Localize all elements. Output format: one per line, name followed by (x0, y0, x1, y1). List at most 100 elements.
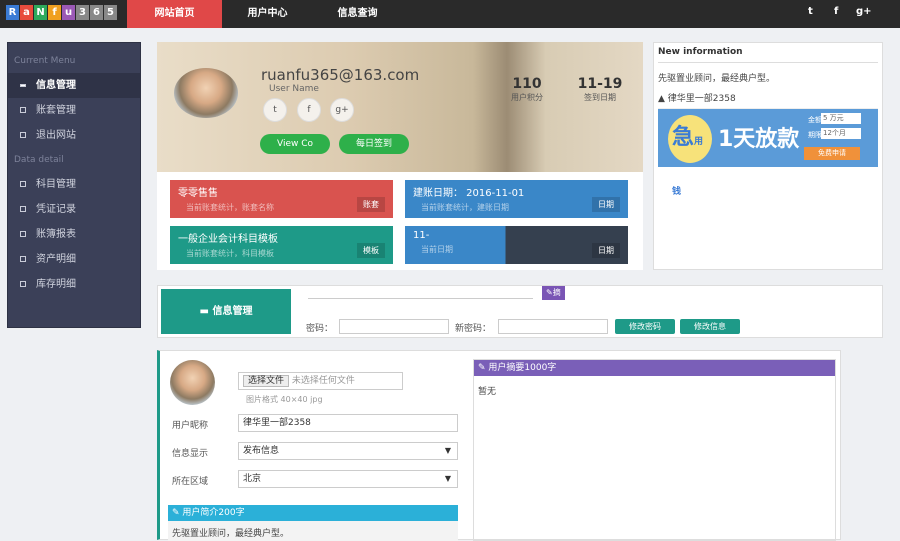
display-select[interactable]: 发布信息 ▼ (238, 442, 458, 460)
choose-file-button[interactable]: 选择文件 (243, 375, 290, 387)
tile-sub: 当前账套统计，建账日期 (421, 203, 509, 212)
profile-card: ruanfu365@163.com User Name t f g+ View … (157, 42, 643, 172)
stat-points: 110 用户积分 (502, 76, 552, 103)
nickname-input[interactable]: 律华里一部2358 (238, 414, 458, 432)
region-label: 所在区域 (172, 477, 209, 487)
facebook-icon[interactable]: f (297, 98, 321, 122)
tile-title: 零零售售 (178, 188, 218, 199)
change-password-button[interactable]: 修改密码 (615, 319, 675, 334)
sidebar-item-label: 退出网站 (36, 130, 76, 141)
tile-template[interactable]: 一般企业会计科目模板 当前账套统计，科目模板 模板 (170, 226, 393, 264)
new-password-label: 新密码： (455, 324, 492, 334)
display-value: 发布信息 (243, 446, 280, 456)
stat-label: 用户积分 (511, 93, 543, 102)
dropdown-arrow-icon: ▼ (444, 474, 451, 483)
tile-title: 建账日期： 2016-11-01 (413, 188, 525, 199)
logo-letter: f (48, 5, 61, 20)
logo-letter: 5 (104, 5, 117, 20)
tile-sub: 当前日期 (421, 245, 453, 254)
panel-title: New information (658, 47, 878, 63)
sidebar-item-label: 账簿报表 (36, 229, 76, 240)
logo-letter: a (20, 5, 33, 20)
sidebar-item-vouchers[interactable]: 凭证记录 (8, 197, 140, 222)
facebook-icon[interactable]: f (834, 6, 838, 17)
top-nav: R a N f u 3 6 5 网站首页 用户中心 信息查询 t f g+ (0, 0, 900, 28)
tile-badge: 模板 (357, 243, 385, 258)
region-select[interactable]: 北京 ▼ (238, 470, 458, 488)
twitter-icon[interactable]: t (263, 98, 287, 122)
google-plus-icon[interactable]: g+ (330, 98, 354, 122)
tile-title: 一般企业会计科目模板 (178, 234, 278, 245)
ad-term-select[interactable]: 12个月 (821, 128, 861, 139)
new-password-input[interactable] (498, 319, 608, 334)
tile-date[interactable]: 11- 当前日期 日期 (405, 226, 628, 264)
intro-textarea[interactable]: 先驱置业顾问，最经典户型。 (168, 521, 458, 541)
tile-badge: 日期 (592, 197, 620, 212)
tab-home[interactable]: 网站首页 (127, 0, 222, 28)
logo[interactable]: R a N f u 3 6 5 (6, 5, 117, 20)
tile-account-set[interactable]: 零零售售当前账套统计，账套名称 账套 (170, 180, 393, 218)
info-management-bar: ▬ 信息管理 ✎摘 密码： 新密码： 修改密码 修改信息 (157, 285, 883, 338)
password-input[interactable] (339, 319, 449, 334)
tile-sub: 当前账套统计，账套名称 (186, 203, 274, 212)
info-user-name: 律华里一部2358 (667, 94, 736, 104)
user-name-label: User Name (269, 84, 319, 94)
view-button[interactable]: View Co (260, 134, 330, 154)
sidebar-item-subjects[interactable]: 科目管理 (8, 172, 140, 197)
sidebar-item-logout[interactable]: 退出网站 (8, 123, 140, 148)
sidebar-item-assets[interactable]: 资产明细 (8, 247, 140, 272)
sidebar: Current Menu 信息管理 账套管理 退出网站 Data detail … (7, 42, 141, 328)
square-icon (20, 281, 26, 287)
square-icon (20, 132, 26, 138)
tile-title: 11- (413, 230, 430, 241)
file-input[interactable]: 选择文件 未选择任何文件 (238, 372, 403, 390)
region-value: 北京 (243, 474, 262, 484)
edit-label: 摘 (552, 288, 561, 297)
logo-letter: R (6, 5, 19, 20)
stat-checkin-date: 11-19 签到日期 (570, 76, 630, 103)
info-text: 先驱置业顾问，最经典户型。 (658, 74, 776, 84)
sidebar-item-inventory[interactable]: 库存明细 (8, 272, 140, 297)
stat-value: 11-19 (577, 76, 623, 92)
sidebar-item-info-management[interactable]: 信息管理 (8, 73, 140, 98)
stat-label: 签到日期 (584, 93, 616, 102)
sidebar-item-label: 库存明细 (36, 279, 76, 290)
tab-info-query[interactable]: 信息查询 (315, 0, 400, 28)
checkin-button[interactable]: 每日签到 (339, 134, 409, 154)
ad-term-label: 期限 (808, 131, 822, 139)
twitter-icon[interactable]: t (808, 6, 813, 17)
profile-form: 选择文件 未选择任何文件 图片格式 40×40 jpg 用户昵称 律华里一部23… (157, 350, 841, 541)
tile-created-date[interactable]: 建账日期： 2016-11-01 当前账套统计，建账日期 日期 (405, 180, 628, 218)
logo-letter: 6 (90, 5, 103, 20)
logo-letter: 3 (76, 5, 89, 20)
logo-letter: N (34, 5, 47, 20)
ad-amount-label: 金额 (808, 116, 822, 124)
sidebar-item-account-set[interactable]: 账套管理 (8, 98, 140, 123)
square-icon (20, 107, 26, 113)
sidebar-item-reports[interactable]: 账簿报表 (8, 222, 140, 247)
ad-amount-select[interactable]: 5 万元 (821, 113, 861, 124)
change-info-button[interactable]: 修改信息 (680, 319, 740, 334)
tile-badge: 账套 (357, 197, 385, 212)
google-plus-icon[interactable]: g+ (856, 6, 872, 17)
logo-letter: u (62, 5, 75, 20)
square-icon (20, 256, 26, 262)
sidebar-section-title: Current Menu (14, 56, 76, 66)
stat-value: 110 (512, 76, 542, 92)
menu-icon (20, 83, 26, 87)
info-user: ▲ 律华里一部2358 (658, 91, 878, 109)
display-label: 信息显示 (172, 449, 209, 459)
avatar (170, 360, 215, 405)
ad-main-text: 1天放款 (718, 127, 800, 152)
nickname-label: 用户昵称 (172, 421, 209, 431)
sidebar-item-label: 信息管理 (36, 80, 76, 91)
ad-big-text: 急 (672, 125, 695, 150)
edit-button[interactable]: ✎摘 (542, 286, 565, 300)
summary-header: ✎ 用户摘要1000字 (474, 360, 835, 376)
loan-ad-banner[interactable]: 急用钱 1天放款 金额 5 万元 期限 12个月 免费申请 (658, 109, 878, 197)
tab-user-center[interactable]: 用户中心 (225, 0, 310, 28)
summary-textarea[interactable]: 暂无 (474, 376, 835, 405)
user-email: ruanfu365@163.com (261, 66, 420, 84)
ad-apply-button[interactable]: 免费申请 (804, 147, 860, 160)
sidebar-item-label: 账套管理 (36, 105, 76, 116)
